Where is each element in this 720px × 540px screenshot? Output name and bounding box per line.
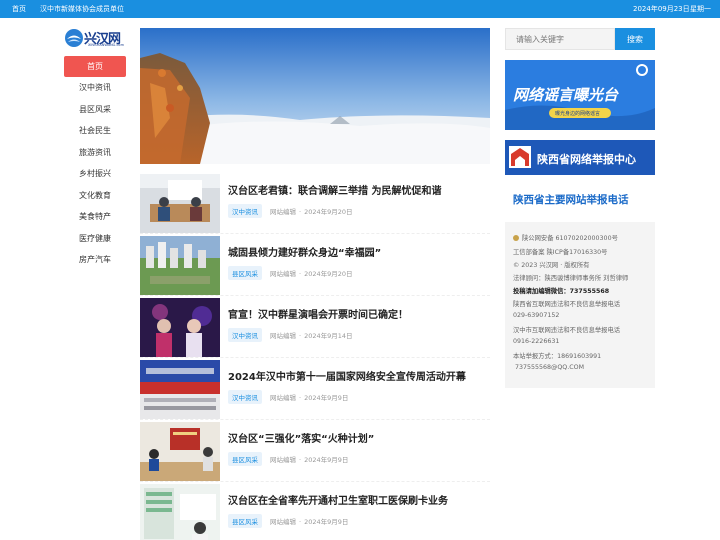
site-logo[interactable]: 兴汉网 XINGHANWANG.com	[64, 28, 128, 50]
news-date: 2024年9月20日	[304, 208, 353, 216]
top-bar: 首页 汉中市新媒体协会成员单位 2024年09月23日 星期一	[0, 0, 720, 18]
news-category-tag[interactable]: 汉中资讯	[228, 204, 262, 218]
info-report3: 本站举报方式：18691603991	[513, 353, 602, 360]
news-item[interactable]: 汉台区“三强化”落实“火种计划” 县区风采 网站编辑 · 2024年9月9日	[140, 422, 490, 482]
info-beian: 陕公网安备 61070202000300号	[513, 233, 618, 242]
news-thumbnail[interactable]	[140, 236, 220, 295]
meta-separator: ·	[299, 270, 302, 278]
logo-mark-icon	[65, 29, 83, 47]
news-thumbnail-image	[140, 360, 220, 419]
news-meta: 汉中资讯 网站编辑 · 2024年9月9日	[228, 390, 348, 404]
nav-item[interactable]: 首页	[64, 56, 126, 77]
news-item[interactable]: 城固县倾力建好群众身边“幸福园” 县区风采 网站编辑 · 2024年9月20日	[140, 236, 490, 296]
news-category-tag[interactable]: 县区风采	[228, 514, 262, 528]
nav-item[interactable]: 汉中资讯	[64, 77, 126, 99]
news-thumbnail-image	[140, 236, 220, 295]
info-email[interactable]: 737555568@QQ.COM	[515, 364, 584, 371]
news-category-tag[interactable]: 县区风采	[228, 266, 262, 280]
shaanxi-report-phone-heading[interactable]: 陕西省主要网站举报电话	[513, 192, 629, 207]
news-title[interactable]: 官宣！汉中群星演唱会开票时间已确定！	[228, 306, 408, 321]
top-weekday: 星期一	[690, 5, 711, 13]
top-org-text: 汉中市新媒体协会成员单位	[40, 5, 124, 13]
meta-separator: ·	[299, 394, 302, 402]
news-date: 2024年9月9日	[304, 456, 349, 464]
news-title[interactable]: 汉台区“三强化”落实“火种计划”	[228, 430, 374, 445]
news-title[interactable]: 汉台区在全省率先开通村卫生室职工医保刷卡业务	[228, 492, 448, 507]
news-date: 2024年9月9日	[304, 394, 349, 402]
nav-item[interactable]: 乡村振兴	[64, 163, 126, 185]
news-source: 网站编辑	[270, 456, 296, 464]
news-source: 网站编辑	[270, 394, 296, 402]
news-item[interactable]: 2024年汉中市第十一届国家网络安全宣传周活动开幕 汉中资讯 网站编辑 · 2024年9…	[140, 360, 490, 420]
news-date: 2024年9月20日	[304, 270, 353, 278]
news-thumbnail[interactable]	[140, 174, 220, 233]
news-source: 网站编辑	[270, 332, 296, 340]
news-thumbnail-image	[140, 174, 220, 233]
news-title[interactable]: 2024年汉中市第十一届国家网络安全宣传周活动开幕	[228, 368, 466, 383]
news-date: 2024年9月9日	[304, 518, 349, 526]
news-category-tag[interactable]: 县区风采	[228, 452, 262, 466]
news-item[interactable]: 汉台区老君镇：联合调解三举措 为民解忧促和谐 汉中资讯 网站编辑 · 2024年9月20…	[140, 174, 490, 234]
info-wechat: 投稿请加编辑微信：737555568	[513, 288, 610, 295]
info-phone1: 029-63907152	[513, 312, 560, 319]
news-source: 网站编辑	[270, 208, 296, 216]
main-nav: 首页 汉中资讯 县区风采 社会民生 旅游资讯 乡村振兴 文化教育 美食特产 医疗健康 房产汽车	[64, 56, 126, 271]
search-button[interactable]: 搜索	[615, 28, 655, 50]
news-item[interactable]: 汉台区在全省率先开通村卫生室职工医保刷卡业务 县区风采 网站编辑 · 2024年9月9日	[140, 484, 490, 540]
meta-separator: ·	[299, 518, 302, 526]
info-phone2: 0916-2226631	[513, 338, 560, 345]
shaanxi-report-center-banner[interactable]: 陕西省网络举报中心	[505, 140, 655, 175]
news-source: 网站编辑	[270, 518, 296, 526]
news-meta: 县区风采 网站编辑 · 2024年9月9日	[228, 514, 348, 528]
info-icp[interactable]: 工信部备案 陕ICP备17016330号	[513, 247, 607, 256]
news-thumbnail[interactable]	[140, 422, 220, 481]
info-copyright: © 2023 兴汉网 · 版权所有	[513, 262, 590, 269]
news-thumbnail[interactable]	[140, 298, 220, 357]
rumor-banner-title: 网络谣言曝光台	[513, 86, 619, 104]
news-category-tag[interactable]: 汉中资讯	[228, 328, 262, 342]
news-thumbnail-image	[140, 422, 220, 481]
news-source: 网站编辑	[270, 270, 296, 278]
site-info-box: 陕公网安备 61070202000300号 工信部备案 陕ICP备1701633…	[505, 222, 655, 388]
top-date: 2024年09月23日	[633, 5, 690, 13]
info-legal: 法律顾问：陕西骏博律师事务所 刘哲律师	[513, 275, 629, 282]
news-title[interactable]: 汉台区老君镇：联合调解三举措 为民解忧促和谐	[228, 182, 441, 197]
news-meta: 县区风采 网站编辑 · 2024年9月20日	[228, 266, 353, 280]
nav-item[interactable]: 县区风采	[64, 99, 126, 121]
news-category-tag[interactable]: 汉中资讯	[228, 390, 262, 404]
info-report2: 汉中市互联网违法和不良信息举报电话	[513, 327, 621, 334]
meta-separator: ·	[299, 456, 302, 464]
nav-item[interactable]: 社会民生	[64, 120, 126, 142]
nav-item[interactable]: 文化教育	[64, 185, 126, 207]
news-thumbnail-image	[140, 298, 220, 357]
info-report1: 陕西省互联网违法和不良信息举报电话	[513, 301, 621, 308]
nav-item[interactable]: 房产汽车	[64, 249, 126, 271]
info-beian-text: 陕公网安备 61070202000300号	[522, 235, 618, 242]
news-thumbnail[interactable]	[140, 360, 220, 419]
news-thumbnail-image	[140, 484, 220, 540]
nav-item[interactable]: 医疗健康	[64, 228, 126, 250]
rumor-banner-sub: 曝光身边的网络谣言	[555, 111, 601, 117]
nav-item[interactable]: 旅游资讯	[64, 142, 126, 164]
top-home-link[interactable]: 首页	[12, 4, 26, 14]
nav-item[interactable]: 美食特产	[64, 206, 126, 228]
news-date: 2024年9月14日	[304, 332, 353, 340]
meta-separator: ·	[299, 332, 302, 340]
news-meta: 汉中资讯 网站编辑 · 2024年9月14日	[228, 328, 353, 342]
report-center-title: 陕西省网络举报中心	[537, 153, 636, 166]
police-badge-icon	[513, 235, 519, 241]
mountain-sea-of-clouds-image	[140, 28, 490, 164]
news-thumbnail[interactable]	[140, 484, 220, 540]
hero-image[interactable]	[140, 28, 490, 164]
news-meta: 汉中资讯 网站编辑 · 2024年9月20日	[228, 204, 353, 218]
search-input[interactable]	[505, 28, 615, 50]
meta-separator: ·	[299, 208, 302, 216]
news-meta: 县区风采 网站编辑 · 2024年9月9日	[228, 452, 348, 466]
news-item[interactable]: 官宣！汉中群星演唱会开票时间已确定！ 汉中资讯 网站编辑 · 2024年9月14日	[140, 298, 490, 358]
rumor-exposure-banner[interactable]: 网络谣言曝光台 曝光身边的网络谣言	[505, 60, 655, 130]
news-title[interactable]: 城固县倾力建好群众身边“幸福园”	[228, 244, 381, 259]
logo-subtitle: XINGHANWANG.com	[88, 43, 124, 47]
